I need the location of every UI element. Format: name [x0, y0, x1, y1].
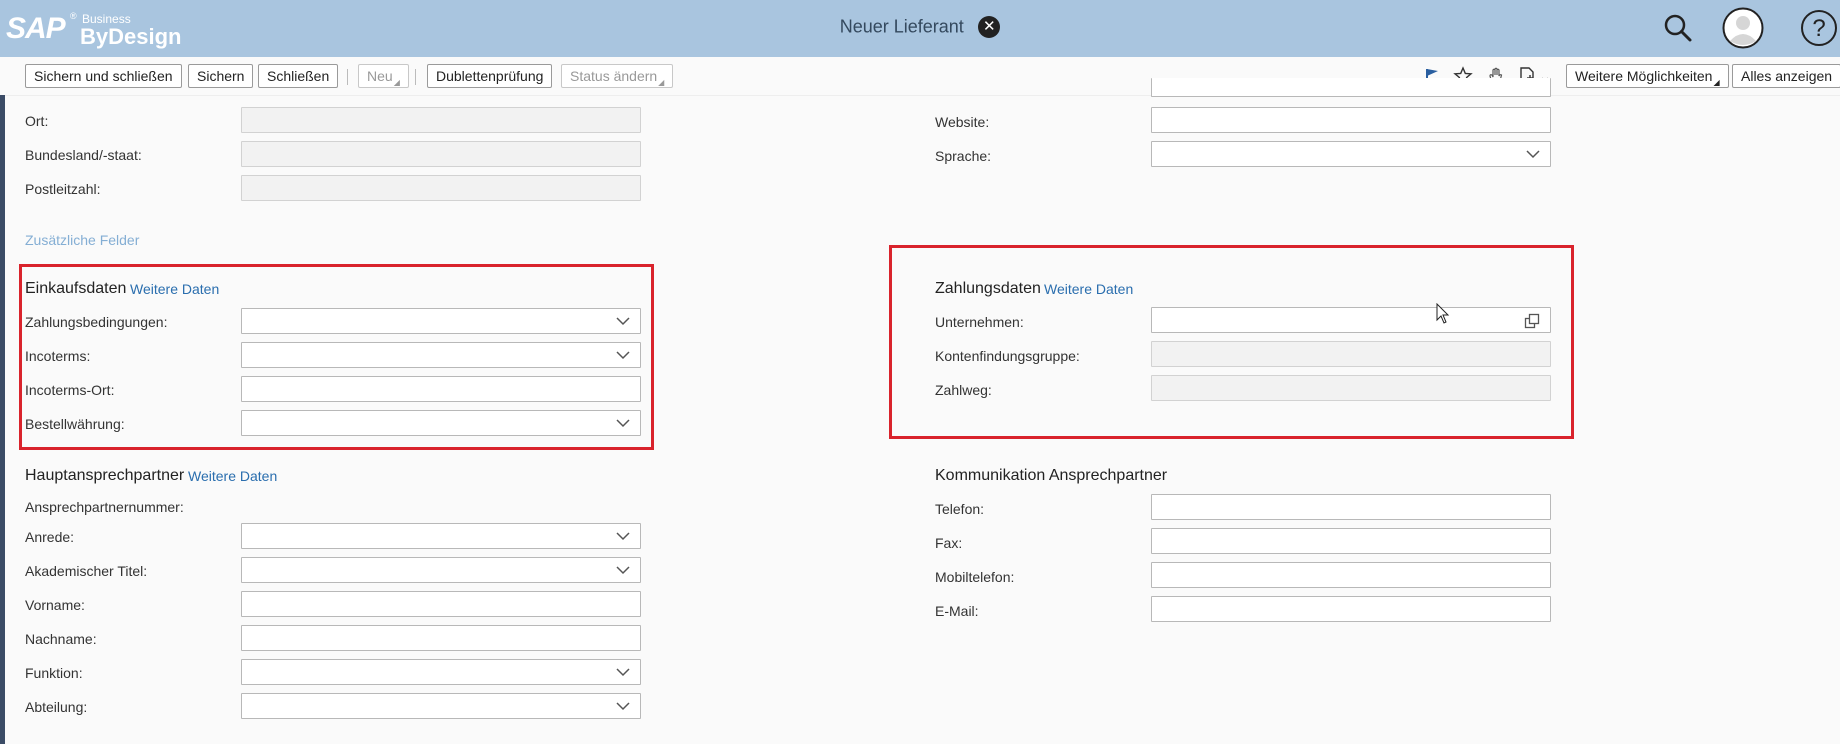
main-contact-more-data-link[interactable]: Weitere Daten: [188, 468, 277, 484]
window-title: Neuer Lieferant: [839, 16, 964, 37]
chevron-down-icon: [616, 351, 630, 360]
chevron-down-icon: [616, 668, 630, 677]
fax-input[interactable]: [1151, 528, 1551, 554]
additional-fields-link[interactable]: Zusätzliche Felder: [25, 232, 139, 248]
postal-code-field: [241, 175, 641, 201]
save-button[interactable]: Sichern: [188, 64, 254, 88]
mobile-label: Mobiltelefon:: [935, 569, 1015, 585]
change-status-button[interactable]: Status ändern◢: [561, 64, 674, 88]
value-help-icon[interactable]: [1524, 313, 1540, 329]
payment-terms-label: Zahlungsbedingungen:: [25, 314, 168, 330]
payment-method-label: Zahlweg:: [935, 382, 992, 398]
function-label: Funktion:: [25, 665, 83, 681]
show-all-button[interactable]: Alles anzeigen: [1732, 64, 1840, 88]
chevron-down-icon: [616, 419, 630, 428]
email-label: E-Mail:: [935, 603, 979, 619]
corner-indicator-icon: ◢: [1713, 78, 1720, 87]
chevron-down-icon: [616, 702, 630, 711]
user-avatar-icon[interactable]: [1722, 7, 1764, 49]
website-label: Website:: [935, 114, 990, 130]
incoterms-location-label: Incoterms-Ort:: [25, 382, 115, 398]
account-group-label: Kontenfindungsgruppe:: [935, 348, 1080, 364]
state-field: [241, 141, 641, 167]
order-currency-label: Bestellwährung:: [25, 416, 125, 432]
window-title-area: Neuer Lieferant ✕: [0, 16, 1840, 38]
change-status-label: Status ändern: [570, 68, 658, 84]
email-input[interactable]: [1151, 596, 1551, 622]
action-toolbar: Sichern und schließen Sichern Schließen …: [0, 57, 1840, 96]
payment-section-title: Zahlungsdaten: [935, 280, 1041, 297]
previous-field-partial[interactable]: [1151, 78, 1551, 97]
account-group-field: [1151, 341, 1551, 367]
chevron-down-icon: [616, 532, 630, 541]
toolbar-separator: [415, 69, 416, 85]
purchasing-section-title: Einkaufsdaten: [25, 280, 127, 297]
incoterms-select[interactable]: [241, 342, 641, 368]
more-options-label: Weitere Möglichkeiten: [1575, 68, 1713, 84]
first-name-label: Vorname:: [25, 597, 85, 613]
payment-method-field: [1151, 375, 1551, 401]
department-label: Abteilung:: [25, 699, 88, 715]
state-label: Bundesland/-staat:: [25, 147, 142, 163]
company-label: Unternehmen:: [935, 314, 1024, 330]
new-button[interactable]: Neu◢: [358, 64, 409, 88]
contact-number-label: Ansprechpartnernummer:: [25, 499, 184, 515]
payment-terms-select[interactable]: [241, 308, 641, 334]
incoterms-label: Incoterms:: [25, 348, 91, 364]
mouse-cursor-icon: [1436, 303, 1450, 324]
help-icon[interactable]: ?: [1800, 9, 1838, 47]
phone-input[interactable]: [1151, 494, 1551, 520]
salutation-label: Anrede:: [25, 529, 75, 545]
communication-section-title: Kommunikation Ansprechpartner: [935, 467, 1168, 484]
academic-title-select[interactable]: [241, 557, 641, 583]
save-and-close-button[interactable]: Sichern und schließen: [25, 64, 182, 88]
toolbar-separator: [347, 69, 348, 85]
close-icon[interactable]: ✕: [978, 16, 1001, 38]
close-button[interactable]: Schließen: [258, 64, 339, 88]
postal-code-label: Postleitzahl:: [25, 181, 101, 197]
corner-indicator-icon: ◢: [658, 78, 665, 87]
language-label: Sprache:: [935, 148, 992, 164]
language-select[interactable]: [1151, 141, 1551, 167]
city-field: [241, 107, 641, 133]
chevron-down-icon: [616, 317, 630, 326]
city-label: Ort:: [25, 113, 49, 129]
chevron-down-icon: [1526, 150, 1540, 159]
mobile-input[interactable]: [1151, 562, 1551, 588]
first-name-input[interactable]: [241, 591, 641, 617]
duplicate-check-button[interactable]: Dublettenprüfung: [427, 64, 553, 88]
salutation-select[interactable]: [241, 523, 641, 549]
more-options-button[interactable]: Weitere Möglichkeiten◢: [1566, 64, 1729, 88]
website-input[interactable]: [1151, 107, 1551, 133]
company-input[interactable]: [1151, 307, 1551, 333]
function-select[interactable]: [241, 659, 641, 685]
last-name-input[interactable]: [241, 625, 641, 651]
purchasing-more-data-link[interactable]: Weitere Daten: [130, 281, 219, 297]
main-contact-section-title: Hauptansprechpartner: [25, 467, 185, 484]
fax-label: Fax:: [935, 535, 963, 551]
svg-text:?: ?: [1812, 15, 1825, 42]
new-button-label: Neu: [367, 68, 393, 84]
corner-indicator-icon: ◢: [393, 78, 400, 87]
chevron-down-icon: [616, 566, 630, 575]
phone-label: Telefon:: [935, 501, 985, 517]
shell-bar: SAP ® Business ByDesign Neuer Lieferant …: [0, 0, 1840, 57]
payment-more-data-link[interactable]: Weitere Daten: [1044, 281, 1133, 297]
search-icon[interactable]: [1660, 10, 1696, 46]
incoterms-location-input[interactable]: [241, 376, 641, 402]
order-currency-select[interactable]: [241, 410, 641, 436]
left-edge-bar: [0, 95, 5, 744]
academic-title-label: Akademischer Titel:: [25, 563, 148, 579]
last-name-label: Nachname:: [25, 631, 97, 647]
department-select[interactable]: [241, 693, 641, 719]
